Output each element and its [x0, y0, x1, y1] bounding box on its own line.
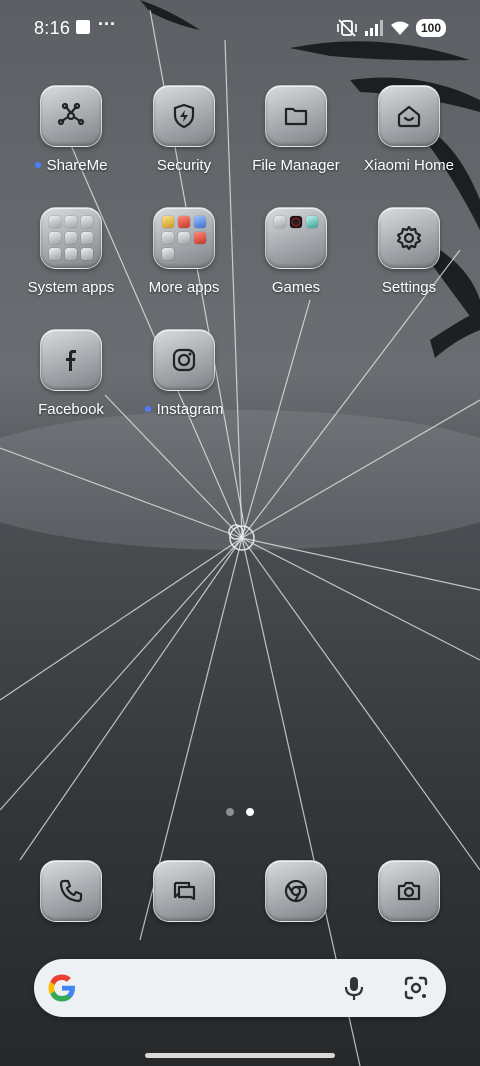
battery-icon: 100	[415, 19, 446, 37]
app-label: Settings	[381, 279, 437, 296]
facebook-icon	[40, 329, 102, 391]
folder-system-apps[interactable]: System apps	[15, 207, 127, 296]
more-notifications-icon: ···	[98, 14, 116, 34]
google-lens-icon[interactable]	[402, 974, 430, 1002]
vibrate-mute-icon	[337, 19, 357, 37]
app-label: More apps	[148, 279, 220, 296]
page-dot-1[interactable]	[226, 808, 234, 816]
folder-more-apps[interactable]: More apps	[128, 207, 240, 296]
instagram-icon	[153, 329, 215, 391]
app-facebook[interactable]: Facebook	[15, 329, 127, 418]
google-g-icon	[48, 974, 75, 1002]
wifi-icon	[390, 21, 409, 35]
new-app-dot	[144, 406, 151, 413]
chrome-icon	[265, 860, 327, 922]
app-label: Facebook	[38, 401, 104, 418]
dock-phone[interactable]	[15, 860, 127, 922]
google-search-bar[interactable]	[34, 959, 446, 1017]
app-xiaomi-home[interactable]: Xiaomi Home	[353, 85, 465, 174]
gear-icon	[378, 207, 440, 269]
phone-icon	[40, 860, 102, 922]
microphone-icon[interactable]	[340, 974, 368, 1002]
status-icons: 100	[336, 16, 446, 40]
gesture-nav-handle[interactable]	[145, 1053, 335, 1058]
app-label: ShareMe	[15, 157, 127, 174]
folder-group-icon	[153, 207, 215, 269]
app-instagram[interactable]: Instagram	[128, 329, 240, 418]
page-dot-2-active[interactable]	[246, 808, 254, 816]
app-label: Xiaomi Home	[363, 157, 455, 174]
notification-square-icon	[76, 20, 90, 34]
share-nodes-icon	[40, 85, 102, 147]
app-label: Instagram	[128, 401, 240, 418]
app-security[interactable]: Security	[128, 85, 240, 174]
dock-chrome[interactable]	[240, 860, 352, 922]
app-file-manager[interactable]: File Manager	[240, 85, 352, 174]
shield-bolt-icon	[153, 85, 215, 147]
app-label: System apps	[27, 279, 115, 296]
status-bar: 8:16 ··· 100	[0, 0, 480, 56]
dock-messages[interactable]	[128, 860, 240, 922]
app-label: Games	[271, 279, 321, 296]
signal-icon	[364, 20, 383, 36]
new-app-dot	[34, 162, 41, 169]
page-indicator[interactable]	[0, 808, 480, 816]
app-label: File Manager	[252, 157, 340, 174]
folder-icon	[265, 85, 327, 147]
app-settings[interactable]: Settings	[353, 207, 465, 296]
app-label: Security	[156, 157, 212, 174]
house-icon	[378, 85, 440, 147]
folder-group-icon	[40, 207, 102, 269]
folder-group-icon	[265, 207, 327, 269]
camera-icon	[378, 860, 440, 922]
dock-camera[interactable]	[353, 860, 465, 922]
app-shareme[interactable]: ShareMe	[15, 85, 127, 174]
clock: 8:16	[34, 18, 71, 38]
folder-games[interactable]: Games	[240, 207, 352, 296]
messages-icon	[153, 860, 215, 922]
